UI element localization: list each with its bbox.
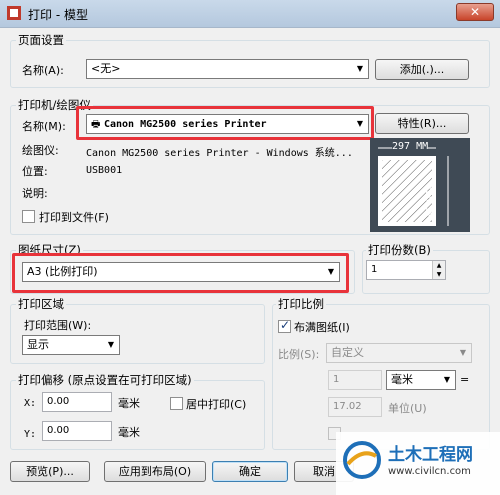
watermark-name: 土木工程网	[388, 445, 473, 465]
scale-unit-label: 单位(U)	[388, 402, 427, 415]
paper-preview-graphic	[378, 147, 449, 226]
spin-up-icon[interactable]: ▲	[433, 261, 445, 270]
plotter-label: 绘图仪:	[22, 144, 59, 157]
chevron-down-icon: ▼	[459, 348, 467, 357]
plotter-value: Canon MG2500 series Printer - Windows 系统…	[86, 148, 353, 159]
center-plot-label: 居中打印(C)	[186, 398, 247, 411]
offset-y-input[interactable]: 0.00	[42, 421, 112, 441]
paper-size-highlight-box	[12, 253, 349, 293]
chevron-down-icon: ▼	[356, 64, 364, 73]
paper-preview: 297 MM 420 MM	[370, 138, 470, 232]
scale-value1: 1	[333, 374, 340, 385]
preview-button[interactable]: 预览(P)...	[10, 461, 90, 482]
offset-x-label: X:	[24, 398, 37, 409]
copies-spinner[interactable]: ▲ ▼	[432, 261, 445, 279]
fit-to-paper-label: 布满图纸(I)	[294, 321, 350, 334]
watermark-logo-icon	[343, 441, 381, 479]
page-setup-label: 页面设置	[16, 32, 66, 48]
fit-to-paper-checkbox[interactable]	[278, 318, 291, 333]
offset-x-unit: 毫米	[118, 397, 140, 410]
apply-to-layout-button[interactable]: 应用到布局(O)	[104, 461, 206, 482]
paper-width-label: 297 MM	[392, 141, 429, 152]
page-setup-name-label: 名称(A):	[22, 64, 64, 77]
description-label: 说明:	[22, 187, 48, 200]
copies-value: 1	[371, 264, 378, 275]
print-to-file-checkbox[interactable]	[22, 210, 35, 223]
offset-x-value: 0.00	[47, 396, 70, 407]
scale-unit-value: 毫米	[391, 373, 413, 386]
page-setup-name-combo[interactable]: <无> ▼	[86, 59, 369, 79]
print-range-combo[interactable]: 显示 ▼	[22, 335, 120, 355]
offset-y-label: Y:	[24, 429, 37, 440]
scale-value2-input[interactable]: 17.02	[328, 397, 382, 417]
scale-unit-combo[interactable]: 毫米 ▼	[386, 370, 456, 390]
print-area-group	[10, 304, 265, 364]
printer-app-icon	[7, 6, 21, 20]
print-offset-label: 打印偏移 (原点设置在可打印区域)	[16, 372, 194, 388]
printer-name-label: 名称(M):	[22, 120, 66, 133]
chevron-down-icon: ▼	[443, 375, 451, 384]
scale-value2: 17.02	[333, 401, 362, 412]
scale-value1-input[interactable]: 1	[328, 370, 382, 390]
print-range-label: 打印范围(W):	[24, 319, 92, 332]
location-label: 位置:	[22, 165, 48, 178]
copies-label: 打印份数(B)	[366, 242, 433, 258]
watermark-url: www.civilcn.com	[388, 466, 471, 477]
paper-height-label: 420 MM	[423, 184, 434, 221]
close-button[interactable]: ✕	[456, 3, 494, 21]
offset-x-input[interactable]: 0.00	[42, 392, 112, 412]
location-value: USB001	[86, 165, 123, 176]
page-setup-name-value: <无>	[91, 62, 121, 75]
chevron-down-icon: ▼	[107, 340, 115, 349]
properties-button[interactable]: 特性(R)...	[375, 113, 469, 134]
copies-input[interactable]: 1 ▲ ▼	[366, 260, 446, 280]
print-area-label: 打印区域	[16, 296, 66, 312]
scale-equals: =	[460, 373, 470, 386]
scale-label: 比例(S):	[278, 348, 320, 361]
ok-button[interactable]: 确定	[212, 461, 288, 482]
spin-down-icon[interactable]: ▼	[433, 270, 445, 279]
center-plot-checkbox[interactable]	[170, 397, 183, 410]
scale-value: 自定义	[331, 346, 364, 359]
offset-y-unit: 毫米	[118, 426, 140, 439]
print-to-file-label: 打印到文件(F)	[39, 211, 109, 224]
window-title: 打印 - 模型	[28, 8, 88, 22]
scale-combo[interactable]: 自定义 ▼	[326, 343, 472, 363]
printer-highlight-box	[76, 106, 374, 140]
print-dialog: 打印 - 模型 ✕ 页面设置 名称(A): <无> ▼ 添加(.)... 打印机…	[0, 0, 500, 495]
title-bar: 打印 - 模型 ✕	[0, 0, 500, 28]
print-range-value: 显示	[27, 338, 49, 351]
offset-y-value: 0.00	[47, 425, 70, 436]
add-button[interactable]: 添加(.)...	[375, 59, 469, 80]
plot-scale-label: 打印比例	[276, 296, 326, 312]
watermark-logo: 土木工程网 www.civilcn.com	[336, 432, 500, 495]
